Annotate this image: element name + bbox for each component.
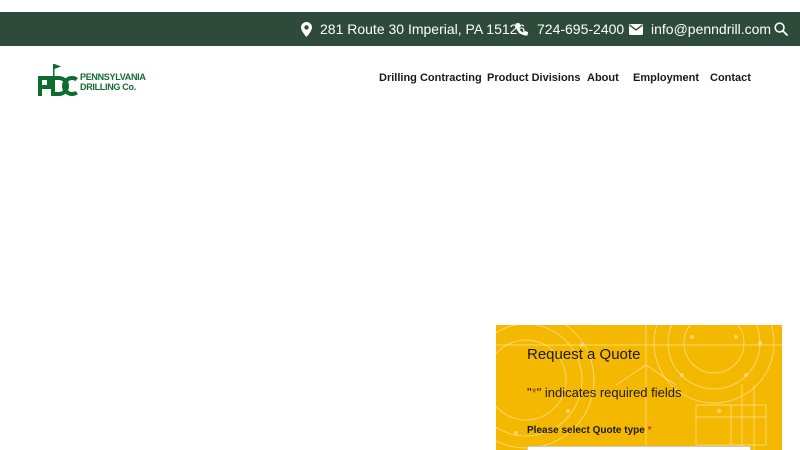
quote-type-label-text: Please select Quote type [527,425,645,436]
phone-item[interactable]: 724-695-2400 [515,12,624,46]
search-button[interactable] [774,12,788,46]
request-quote-panel: Request a Quote "*" indicates required f… [496,325,782,450]
nav-drilling-contracting[interactable]: Drilling Contracting [379,72,482,84]
company-logo[interactable]: PENNSYLVANIA DRILLING Co. [36,62,146,98]
phone-icon [515,22,529,36]
nav-employment[interactable]: Employment [633,72,699,84]
envelope-icon [629,23,643,35]
top-info-bar: 281 Route 30 Imperial, PA 15126 724-695-… [0,12,800,46]
email-text: info@penndrill.com [651,21,772,37]
nav-contact[interactable]: Contact [710,72,751,84]
quote-type-label: Please select Quote type * [527,425,652,436]
site-header: PENNSYLVANIA DRILLING Co. Drilling Contr… [0,46,800,116]
logo-wordmark: PENNSYLVANIA DRILLING Co. [80,72,146,92]
nav-product-divisions[interactable]: Product Divisions [487,72,581,84]
phone-text: 724-695-2400 [537,21,625,37]
email-item[interactable]: info@penndrill.com [629,12,771,46]
logo-line-2: DRILLING Co. [80,82,136,92]
quote-type-select[interactable] [527,446,751,450]
nav-about[interactable]: About [587,72,619,84]
map-pin-icon [301,21,312,37]
address-text: 281 Route 30 Imperial, PA 15126 [320,21,526,37]
required-note-suffix: " indicates required fields [536,385,682,400]
quote-form-title: Request a Quote [527,346,641,363]
search-icon [774,22,788,36]
quote-type-required-star: * [647,425,652,436]
required-fields-note: "*" indicates required fields [527,385,682,400]
logo-line-1: PENNSYLVANIA [80,72,146,82]
hero-area [0,116,800,325]
address-item[interactable]: 281 Route 30 Imperial, PA 15126 [301,12,525,46]
pdc-logo-mark [38,64,78,96]
